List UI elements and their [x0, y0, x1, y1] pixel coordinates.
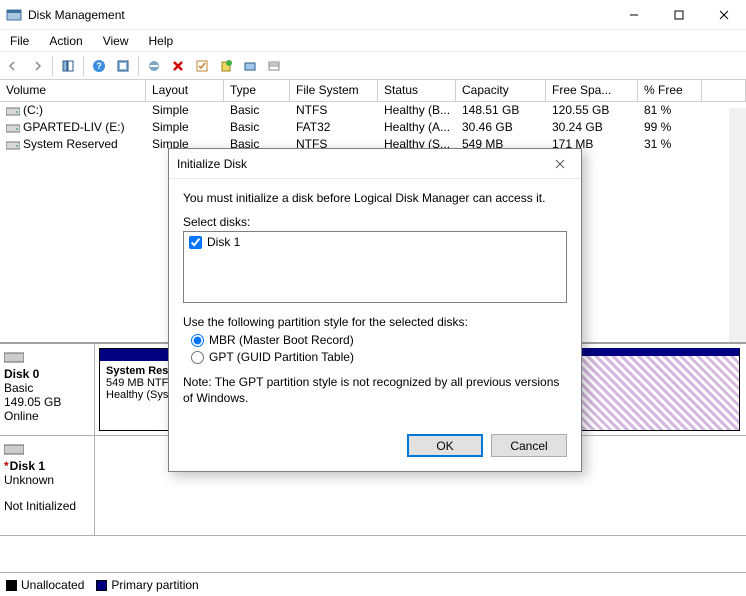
disk-status: Online: [4, 409, 90, 423]
col-spacer: [702, 80, 746, 101]
minimize-button[interactable]: [611, 0, 656, 30]
volume-name: (C:): [23, 103, 43, 117]
app-icon: [6, 7, 22, 23]
col-volume[interactable]: Volume: [0, 80, 146, 101]
properties-button[interactable]: [191, 55, 213, 77]
col-layout[interactable]: Layout: [146, 80, 224, 101]
menubar: File Action View Help: [0, 30, 746, 52]
legend: Unallocated Primary partition: [0, 572, 746, 596]
maximize-button[interactable]: [656, 0, 701, 30]
disk-icon: [4, 442, 90, 459]
col-type[interactable]: Type: [224, 80, 290, 101]
menu-help[interactable]: Help: [141, 32, 182, 50]
select-disks-label: Select disks:: [183, 215, 567, 229]
vertical-scrollbar[interactable]: [729, 108, 746, 342]
action-button[interactable]: [239, 55, 261, 77]
disk-checkbox-label: Disk 1: [207, 235, 240, 249]
new-button[interactable]: [215, 55, 237, 77]
partition-header: [100, 349, 176, 361]
disk-info: *Disk 1 Unknown Not Initialized: [0, 436, 95, 535]
drive-icon: [6, 122, 20, 134]
svg-text:?: ?: [96, 61, 102, 71]
disk-checkbox-item[interactable]: Disk 1: [189, 235, 561, 249]
col-filesystem[interactable]: File System: [290, 80, 378, 101]
dialog-title: Initialize Disk: [177, 157, 547, 171]
dialog-note: Note: The GPT partition style is not rec…: [183, 374, 567, 406]
disk-status: Not Initialized: [4, 499, 90, 513]
dialog-message: You must initialize a disk before Logica…: [183, 191, 567, 205]
radio-mbr[interactable]: MBR (Master Boot Record): [191, 333, 567, 347]
volume-grid-body: (C:) Simple Basic NTFS Healthy (B... 148…: [0, 102, 746, 153]
col-capacity[interactable]: Capacity: [456, 80, 546, 101]
partition[interactable]: System Res 549 MB NTF Healthy (Sys: [99, 348, 177, 431]
drive-icon: [6, 105, 20, 117]
disk-size: 149.05 GB: [4, 395, 90, 409]
volume-name: System Reserved: [23, 137, 118, 151]
toolbar: ?: [0, 52, 746, 80]
help-button[interactable]: ?: [88, 55, 110, 77]
disk-name: Disk 1: [10, 459, 45, 473]
titlebar: Disk Management: [0, 0, 746, 30]
window-title: Disk Management: [28, 8, 611, 22]
ok-button[interactable]: OK: [407, 434, 483, 457]
disk-info: Disk 0 Basic 149.05 GB Online: [0, 344, 95, 435]
back-button[interactable]: [2, 55, 24, 77]
forward-button[interactable]: [26, 55, 48, 77]
disk-checkbox[interactable]: [189, 236, 202, 249]
disk-name: Disk 0: [4, 367, 90, 381]
dialog-titlebar[interactable]: Initialize Disk: [169, 149, 581, 179]
dialog-close-button[interactable]: [547, 151, 573, 177]
menu-view[interactable]: View: [95, 32, 137, 50]
disk-type: Unknown: [4, 473, 90, 487]
legend-swatch-unallocated: [6, 580, 17, 591]
error-icon: *: [4, 459, 9, 473]
initialize-disk-dialog: Initialize Disk You must initialize a di…: [168, 148, 582, 472]
list-button[interactable]: [263, 55, 285, 77]
volume-grid-header: Volume Layout Type File System Status Ca…: [0, 80, 746, 102]
show-hide-tree-button[interactable]: [57, 55, 79, 77]
col-status[interactable]: Status: [378, 80, 456, 101]
radio-gpt-input[interactable]: [191, 351, 204, 364]
menu-action[interactable]: Action: [41, 32, 90, 50]
volume-row[interactable]: (C:) Simple Basic NTFS Healthy (B... 148…: [0, 102, 746, 119]
col-pctfree[interactable]: % Free: [638, 80, 702, 101]
volume-row[interactable]: GPARTED-LIV (E:) Simple Basic FAT32 Heal…: [0, 119, 746, 136]
disk-type: Basic: [4, 381, 90, 395]
settings-button[interactable]: [112, 55, 134, 77]
disk-list[interactable]: Disk 1: [183, 231, 567, 303]
menu-file[interactable]: File: [2, 32, 37, 50]
delete-button[interactable]: [167, 55, 189, 77]
disk-icon: [4, 350, 90, 367]
volume-name: GPARTED-LIV (E:): [23, 120, 125, 134]
partition-style-label: Use the following partition style for th…: [183, 315, 567, 329]
cancel-button[interactable]: Cancel: [491, 434, 567, 457]
radio-mbr-input[interactable]: [191, 334, 204, 347]
legend-swatch-primary: [96, 580, 107, 591]
drive-icon: [6, 139, 20, 151]
refresh-button[interactable]: [143, 55, 165, 77]
close-button[interactable]: [701, 0, 746, 30]
col-freespace[interactable]: Free Spa...: [546, 80, 638, 101]
radio-gpt[interactable]: GPT (GUID Partition Table): [191, 350, 567, 364]
